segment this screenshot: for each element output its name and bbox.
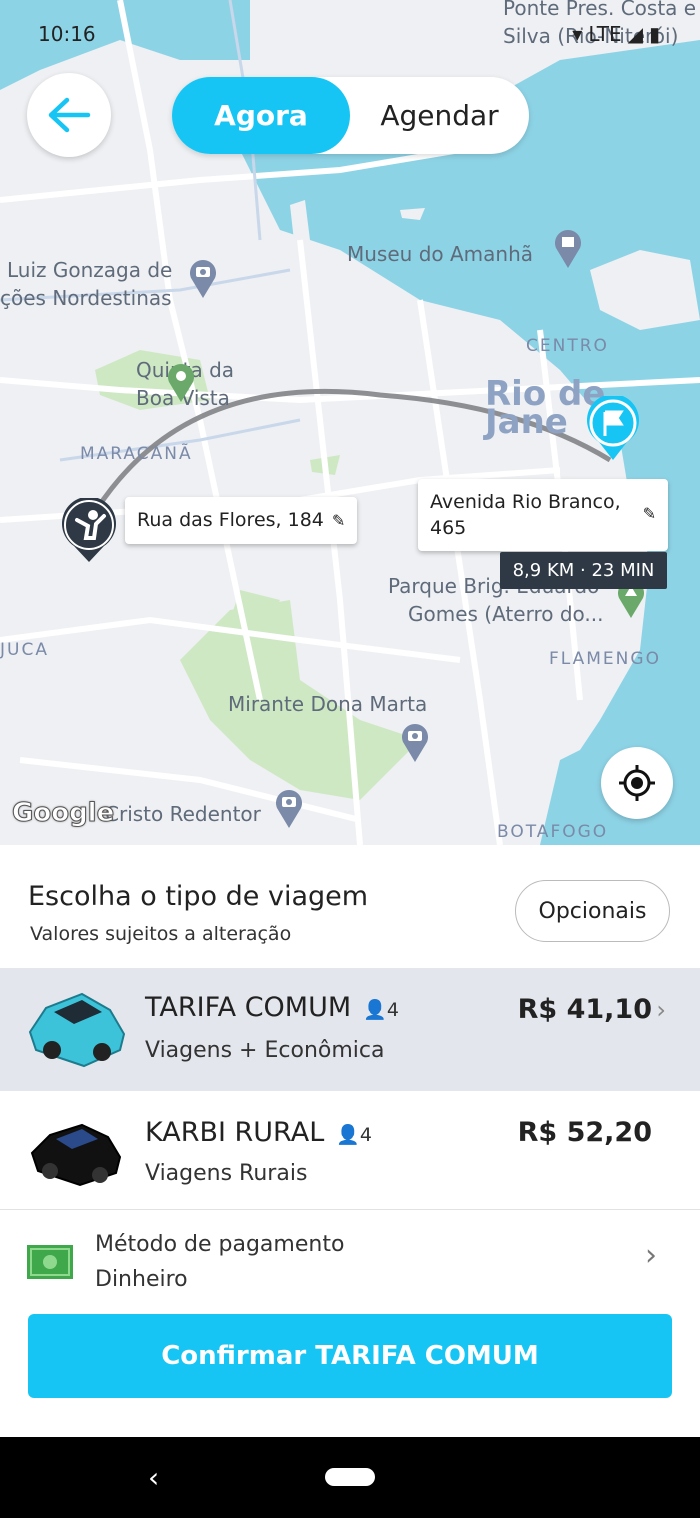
- options-button[interactable]: Opcionais: [515, 880, 670, 942]
- map-label-nordestinas: ções Nordestinas: [0, 286, 172, 310]
- nav-back-icon[interactable]: ‹: [148, 1461, 159, 1494]
- toggle-agendar[interactable]: Agendar: [350, 77, 529, 154]
- panel-subtitle: Valores sujeitos a alteração: [30, 923, 292, 945]
- car-icon-2: [30, 1123, 122, 1187]
- ride-option-karbi-rural[interactable]: KARBI RURAL 👤4 Viagens Rurais R$ 52,20: [0, 1091, 700, 1209]
- edit-pencil-icon-2[interactable]: ✎: [643, 501, 656, 527]
- trip-panel: Escolha o tipo de viagem Valores sujeito…: [0, 845, 700, 1437]
- destination-card[interactable]: Avenida Rio Branco, 465 ✎: [418, 479, 668, 551]
- payment-value: Dinheiro: [95, 1267, 188, 1292]
- locate-button[interactable]: [601, 747, 673, 819]
- chevron-right-icon: ›: [656, 996, 666, 1024]
- seats-count-2: 👤4: [336, 1124, 372, 1146]
- origin-person-icon[interactable]: [60, 498, 118, 564]
- ride-description: Viagens + Econômica: [145, 1038, 385, 1063]
- camera-poi-icon[interactable]: [188, 258, 218, 300]
- time-toggle: Agora Agendar: [172, 77, 529, 154]
- ride-name-2: KARBI RURAL 👤4: [145, 1117, 372, 1148]
- payment-label: Método de pagamento: [95, 1232, 345, 1257]
- crosshair-icon: [619, 765, 655, 801]
- cash-icon: [27, 1245, 73, 1279]
- map-label-museu: Museu do Amanhã: [347, 242, 534, 266]
- map-view[interactable]: Ponte Pres. Costa e Silva (Rio-Niterói) …: [0, 0, 700, 845]
- status-bar: 10:16 ▾ LTE ◢ ▮: [38, 20, 660, 50]
- toggle-agora[interactable]: Agora: [172, 77, 350, 154]
- payment-method-row[interactable]: Método de pagamento Dinheiro ›: [0, 1210, 700, 1300]
- signal-icon: ◢: [627, 22, 643, 46]
- ride-description-2: Viagens Rurais: [145, 1161, 308, 1186]
- google-logo: Google: [11, 798, 115, 829]
- network-type: LTE: [588, 22, 622, 46]
- map-label-cristo: Cristo Redentor: [105, 802, 261, 826]
- destination-flag-icon[interactable]: [585, 396, 641, 462]
- origin-address: Rua das Flores, 184: [137, 509, 324, 531]
- seats-value-2: 4: [359, 1124, 372, 1146]
- nav-home-icon[interactable]: [325, 1468, 375, 1486]
- battery-icon: ▮: [648, 22, 660, 46]
- confirm-button[interactable]: Confirmar TARIFA COMUM: [28, 1314, 672, 1398]
- ride-option-tarifa-comum[interactable]: TARIFA COMUM 👤4 Viagens + Econômica R$ 41…: [0, 968, 700, 1091]
- museum-poi-icon[interactable]: [553, 228, 583, 270]
- camera-poi-icon-3[interactable]: [274, 788, 304, 830]
- panel-title: Escolha o tipo de viagem: [28, 881, 369, 912]
- chevron-right-icon-2: ›: [645, 1238, 657, 1273]
- park-poi-icon[interactable]: [166, 362, 196, 404]
- ride-price-2: R$ 52,20: [517, 1117, 652, 1148]
- map-label-botafogo: BOTAFOGO: [497, 822, 609, 842]
- map-label-juca: JUCA: [0, 640, 49, 660]
- map-label-flamengo: FLAMENGO: [549, 649, 661, 669]
- status-time: 10:16: [38, 22, 96, 46]
- map-label-parque-2: Gomes (Aterro do...: [408, 602, 604, 626]
- camera-poi-icon-2[interactable]: [400, 722, 430, 764]
- car-icon: [28, 992, 126, 1068]
- wifi-icon: ▾: [572, 22, 583, 46]
- destination-address: Avenida Rio Branco, 465: [430, 491, 621, 539]
- seats-count: 👤4: [363, 999, 399, 1021]
- status-icons: ▾ LTE ◢ ▮: [572, 22, 660, 46]
- arrow-left-icon: [48, 97, 91, 133]
- back-button[interactable]: [27, 73, 111, 157]
- ride-price: R$ 41,10: [517, 994, 652, 1025]
- ride-name-text: TARIFA COMUM: [145, 992, 352, 1023]
- origin-card[interactable]: Rua das Flores, 184 ✎: [125, 497, 358, 544]
- ride-name: TARIFA COMUM 👤4: [145, 992, 399, 1023]
- ride-name-text-2: KARBI RURAL: [145, 1117, 325, 1148]
- system-nav-bar: ‹: [0, 1437, 700, 1518]
- seats-value: 4: [386, 999, 399, 1021]
- map-label-maracana: MARACANÃ: [80, 444, 193, 464]
- map-label-centro: CENTRO: [526, 336, 609, 356]
- edit-pencil-icon[interactable]: ✎: [332, 508, 345, 534]
- eta-badge: 8,9 KM · 23 MIN: [500, 552, 667, 589]
- map-label-luiz: Luiz Gonzaga de: [7, 258, 173, 282]
- map-label-mirante: Mirante Dona Marta: [228, 692, 428, 716]
